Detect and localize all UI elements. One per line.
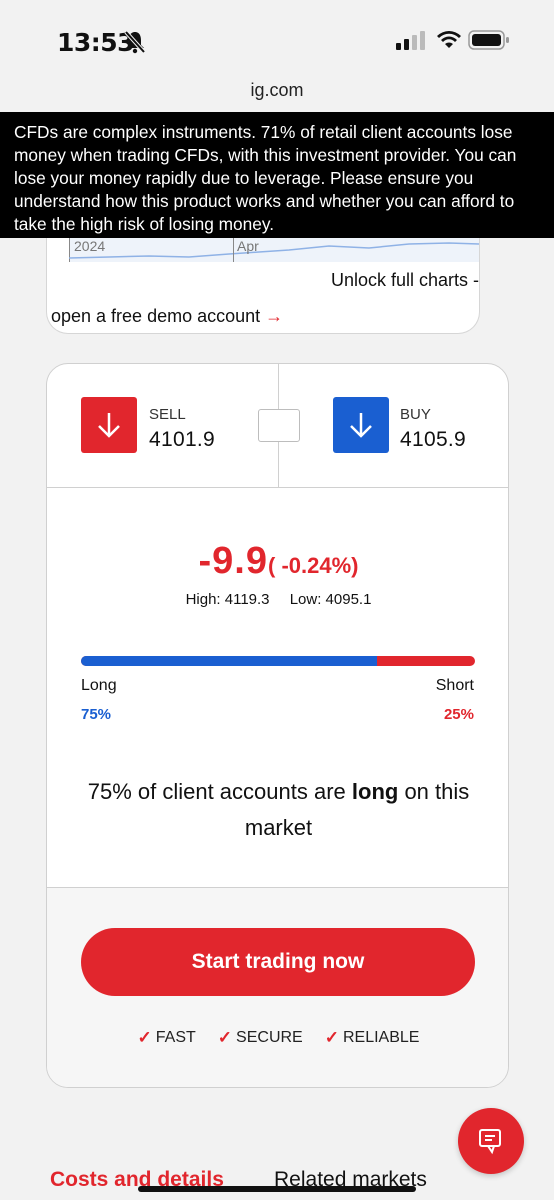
signal-icon: [396, 31, 425, 50]
change-value: -9.9: [198, 540, 268, 582]
long-percent: 75%: [81, 706, 112, 723]
high-low: High: 4119.3 Low: 4095.1: [47, 591, 508, 608]
check-icon: ✓: [137, 1028, 152, 1047]
check-icon: ✓: [324, 1028, 339, 1047]
sell-price: 4101.9: [149, 428, 216, 451]
unlock-charts-text: Unlock full charts -: [330, 270, 479, 290]
price-change: -9.9( -0.24%): [47, 540, 508, 583]
trade-card: SELL 4101.9 BUY 4105.9 -9.9( -0.24%) Hig…: [46, 363, 509, 1088]
sentiment-bar: [81, 656, 475, 666]
arrow-down-icon: [98, 413, 120, 438]
status-time: 13:53: [57, 28, 135, 57]
chat-button[interactable]: [458, 1108, 524, 1174]
price-row: SELL 4101.9 BUY 4105.9: [47, 364, 508, 488]
change-percent: ( -0.24%): [268, 553, 359, 578]
bottom-tabs: Costs and details Related markets: [0, 1166, 554, 1200]
low-value: Low: 4095.1: [289, 591, 372, 608]
spread-box: [258, 409, 300, 442]
chart-divider: [233, 238, 234, 262]
high-value: High: 4119.3: [185, 591, 270, 608]
feature-item: ✓ FAST: [138, 1028, 196, 1048]
arrow-down-icon: [350, 413, 372, 438]
client-text-prefix: 75% of client accounts are: [87, 779, 352, 804]
sentiment-long-fill: [81, 656, 377, 666]
client-text-bold: long: [351, 779, 399, 804]
demo-link-label: open a free demo account: [51, 306, 261, 326]
chart-tick-label: 2024: [74, 238, 106, 254]
features-list: ✓ FAST ✓ SECURE ✓ RELIABLE: [47, 1028, 508, 1048]
risk-warning-banner: CFDs are complex instruments. 71% of ret…: [0, 112, 554, 238]
demo-account-link[interactable]: open a free demo account →: [51, 306, 283, 327]
chart-line: [69, 242, 479, 259]
cta-section: Start trading now ✓ FAST ✓ SECURE ✓ RELI…: [47, 887, 508, 1087]
start-trading-button[interactable]: Start trading now: [81, 928, 475, 996]
sell-button[interactable]: [81, 397, 137, 453]
feature-item: ✓ RELIABLE: [325, 1028, 420, 1048]
short-label: Short: [435, 677, 474, 694]
arrow-right-icon: →: [265, 306, 284, 326]
battery-icon: [468, 30, 509, 50]
feature-label: FAST: [155, 1029, 196, 1046]
short-percent: 25%: [443, 706, 474, 723]
buy-label: BUY: [400, 406, 431, 423]
buy-button[interactable]: [333, 397, 389, 453]
client-sentiment-text: 75% of client accounts are long on this …: [77, 774, 480, 846]
sell-label: SELL: [149, 406, 186, 423]
feature-item: ✓ SECURE: [218, 1028, 303, 1048]
chat-icon: [479, 1129, 501, 1155]
home-indicator: [138, 1186, 416, 1192]
feature-label: RELIABLE: [342, 1029, 420, 1046]
buy-price: 4105.9: [400, 428, 467, 451]
wifi-icon: [437, 31, 461, 48]
status-bar: 13:53: [0, 0, 554, 80]
long-label: Long: [81, 677, 117, 694]
chart-tick-label: Apr: [237, 238, 259, 254]
feature-label: SECURE: [236, 1029, 303, 1046]
bell-off-icon: [124, 30, 146, 54]
check-icon: ✓: [217, 1028, 233, 1047]
url-bar[interactable]: ig.com: [0, 80, 554, 114]
